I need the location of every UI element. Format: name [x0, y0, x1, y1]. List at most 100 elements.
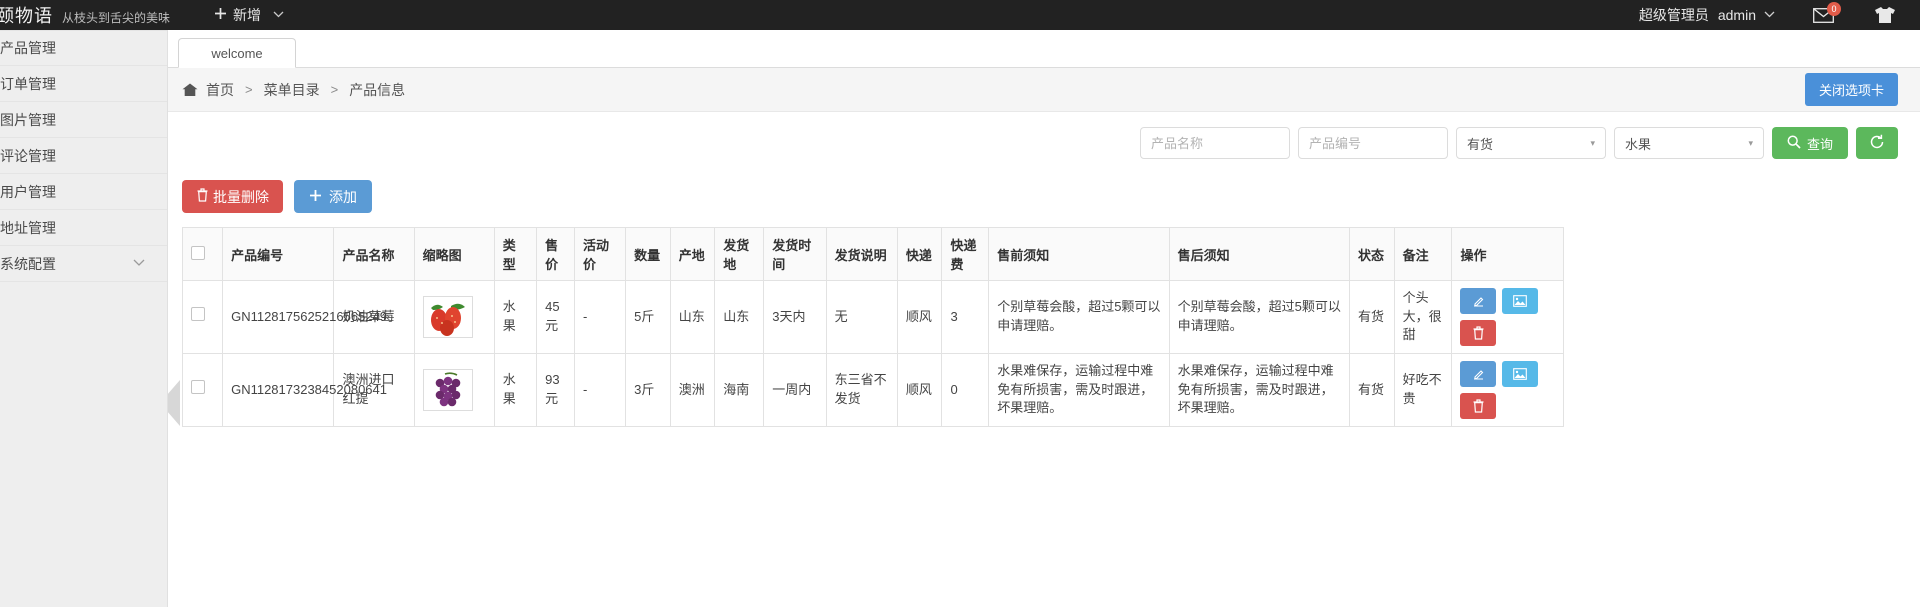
- close-tabs-button[interactable]: 关闭选项卡: [1804, 73, 1898, 106]
- cell-type: 水果: [493, 353, 538, 427]
- cell-status: 有货: [1349, 280, 1395, 354]
- sidebar-item-label: 用户管理: [0, 183, 56, 200]
- product-type-select[interactable]: 水果 ▾: [1613, 127, 1764, 159]
- header-remark: 备注: [1393, 227, 1453, 281]
- cell-ship-note: 无: [825, 280, 898, 354]
- edit-button[interactable]: [1460, 361, 1497, 387]
- breadcrumb-segment-menu[interactable]: 菜单目录: [264, 80, 320, 100]
- delete-button[interactable]: [1460, 320, 1497, 346]
- product-code-input[interactable]: [1297, 127, 1448, 159]
- strawberry-image[interactable]: [422, 296, 473, 338]
- user-chevron-down-icon[interactable]: [1764, 9, 1775, 21]
- app-title: 颐物语: [0, 6, 53, 26]
- cell-thumbnail: [413, 280, 495, 354]
- image-button[interactable]: [1502, 288, 1539, 314]
- refresh-button[interactable]: [1856, 127, 1898, 159]
- refresh-icon: [1869, 134, 1885, 153]
- sidebar-item-orders[interactable]: 订单管理: [0, 66, 167, 102]
- header-ship-note: 发货说明: [825, 227, 898, 281]
- cell-product-code: GN1128173238452080641: [222, 353, 387, 427]
- grape-image[interactable]: [422, 369, 473, 411]
- sidebar: 产品管理 订单管理 图片管理 评论管理 用户管理 地址管理 系统配置: [0, 30, 168, 607]
- plus-icon: [309, 189, 322, 205]
- cell-type: 水果: [493, 280, 538, 354]
- shirt-icon: [1875, 7, 1895, 23]
- header-quantity: 数量: [625, 227, 671, 281]
- image-icon: [1513, 295, 1528, 307]
- top-bar: 颐物语 从枝头到舌尖的美味 新增 超级管理员 admin 0: [0, 0, 1920, 30]
- sidebar-item-label: 评论管理: [0, 147, 56, 164]
- cell-courier-fee: 3: [941, 280, 990, 354]
- cell-origin: 山东: [669, 280, 716, 354]
- cell-pre-sale: 个别草莓会酸，超过5颗可以申请理赔。: [988, 280, 1170, 354]
- stock-status-value: 有货: [1466, 136, 1493, 152]
- home-icon[interactable]: [182, 83, 198, 97]
- caret-down-icon: ▾: [1748, 137, 1753, 148]
- row-select-cell: [181, 280, 224, 354]
- edit-icon: [1473, 296, 1484, 307]
- image-button[interactable]: [1502, 361, 1539, 387]
- sidebar-item-label: 地址管理: [0, 219, 56, 236]
- cell-quantity: 5斤: [625, 280, 671, 354]
- cell-product-name: 奶油草莓: [333, 280, 415, 354]
- header-status: 状态: [1349, 227, 1395, 281]
- stock-status-select[interactable]: 有货 ▾: [1455, 127, 1606, 159]
- theme-button[interactable]: [1874, 6, 1896, 24]
- select-all-checkbox[interactable]: [191, 245, 205, 260]
- search-button[interactable]: 查询: [1771, 127, 1848, 159]
- batch-delete-button[interactable]: 批量删除: [182, 180, 283, 213]
- mail-button[interactable]: 0: [1813, 1, 1841, 23]
- edit-button[interactable]: [1460, 288, 1497, 314]
- cell-courier: 顺风: [896, 280, 943, 354]
- sidebar-item-users[interactable]: 用户管理: [0, 174, 167, 210]
- row-checkbox[interactable]: [191, 380, 205, 395]
- cell-courier-fee: 0: [941, 353, 990, 427]
- sidebar-item-addresses[interactable]: 地址管理: [0, 210, 167, 246]
- cell-ship-note: 东三省不发货: [825, 353, 898, 427]
- sidebar-item-products[interactable]: 产品管理: [0, 30, 167, 66]
- sidebar-item-system-config[interactable]: 系统配置: [0, 246, 167, 282]
- header-after-sale: 售后须知: [1168, 227, 1351, 281]
- sidebar-item-comments[interactable]: 评论管理: [0, 138, 167, 174]
- product-name-input[interactable]: [1139, 127, 1290, 159]
- user-name[interactable]: admin: [1718, 7, 1756, 23]
- table-header-row: 产品编号 产品名称 缩略图 类型 售价 活动价 数量 产地 发货地 发货时间 发…: [181, 227, 1564, 281]
- mail-badge: 0: [1827, 1, 1841, 16]
- cell-courier: 顺风: [896, 353, 943, 427]
- plus-icon: [214, 7, 227, 24]
- chevron-down-icon: [273, 9, 284, 21]
- add-product-button[interactable]: 添加: [294, 180, 372, 213]
- header-promo-price: 活动价: [573, 227, 627, 281]
- breadcrumb-segment-home[interactable]: 首页: [206, 80, 234, 100]
- header-origin: 产地: [669, 227, 716, 281]
- add-menu-button[interactable]: 新增: [214, 5, 284, 25]
- header-price: 售价: [536, 227, 575, 281]
- chevron-down-icon: [133, 258, 145, 270]
- sidebar-item-label: 产品管理: [0, 40, 56, 56]
- breadcrumb-bar: 首页 > 菜单目录 > 产品信息 关闭选项卡: [168, 68, 1920, 112]
- caret-down-icon: ▾: [1590, 137, 1595, 148]
- cell-pre-sale: 水果难保存，运输过程中难免有所损害，需及时跟进，坏果理赔。: [988, 353, 1170, 427]
- app-logo[interactable]: 颐物语 从枝头到舌尖的美味: [0, 2, 170, 28]
- sidebar-item-label: 图片管理: [0, 111, 56, 128]
- header-courier-fee: 快递费: [941, 227, 990, 281]
- trash-icon: [196, 188, 209, 205]
- cell-promo-price: -: [573, 353, 627, 427]
- row-checkbox[interactable]: [191, 307, 205, 322]
- search-icon: [1787, 135, 1801, 152]
- app-subtitle: 从枝头到舌尖的美味: [62, 11, 171, 25]
- tab-label: welcome: [211, 45, 263, 61]
- header-pre-sale: 售前须知: [988, 227, 1170, 281]
- delete-button[interactable]: [1460, 393, 1497, 419]
- row-select-cell: [181, 353, 224, 427]
- sidebar-item-images[interactable]: 图片管理: [0, 102, 167, 138]
- add-product-label: 添加: [329, 188, 357, 205]
- cell-after-sale: 个别草莓会酸，超过5颗可以申请理赔。: [1168, 280, 1351, 354]
- header-product-name: 产品名称: [333, 227, 415, 281]
- cell-ship-from: 海南: [714, 353, 765, 427]
- cell-operations: [1451, 280, 1564, 354]
- sidebar-item-label: 系统配置: [0, 255, 56, 272]
- topbar-right-group: 超级管理员 admin 0: [1639, 1, 1920, 25]
- cell-price: 93 元: [536, 353, 575, 427]
- tab-welcome[interactable]: welcome: [178, 38, 296, 68]
